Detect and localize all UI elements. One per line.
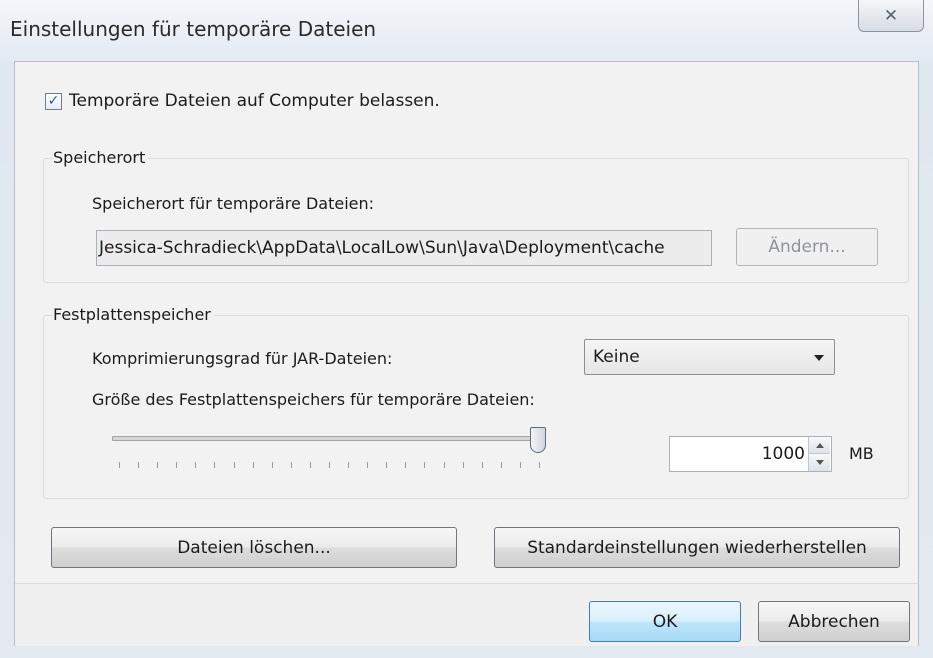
close-button[interactable]: ✕: [858, 0, 924, 32]
disk-size-label: Größe des Festplattenspeichers für tempo…: [92, 390, 535, 409]
compression-select[interactable]: Keine: [584, 339, 835, 375]
slider-tick: [405, 462, 407, 468]
disk-size-input[interactable]: 1000: [669, 436, 832, 472]
slider-tick: [519, 462, 521, 468]
compression-value: Keine: [593, 347, 640, 367]
delete-files-button[interactable]: Dateien löschen...: [51, 527, 457, 568]
slider-tick: [271, 462, 273, 468]
slider-ticks: [119, 462, 540, 470]
slider-tick: [195, 462, 197, 468]
slider-tick: [157, 462, 159, 468]
ok-button[interactable]: OK: [589, 601, 741, 642]
slider-tick: [309, 462, 311, 468]
spin-down-icon: [815, 460, 824, 465]
chevron-down-icon: [814, 355, 824, 361]
slider-tick: [367, 462, 369, 468]
dialog-content: ✓ Temporäre Dateien auf Computer belasse…: [14, 61, 919, 646]
compression-label: Komprimierungsgrad für JAR-Dateien:: [92, 349, 393, 368]
spin-up-icon: [815, 442, 824, 448]
spin-up-button[interactable]: [809, 437, 830, 454]
disk-size-slider[interactable]: [112, 436, 544, 441]
keep-files-label: Temporäre Dateien auf Computer belassen.: [69, 91, 440, 111]
keep-files-checkbox[interactable]: ✓: [45, 92, 62, 110]
slider-handle[interactable]: [530, 427, 546, 453]
slider-tick: [329, 462, 330, 468]
slider-tick: [214, 462, 216, 468]
window-title: Einstellungen für temporäre Dateien: [10, 17, 377, 41]
spin-buttons: [808, 437, 831, 471]
slider-tick: [176, 462, 178, 468]
location-label: Speicherort für temporäre Dateien:: [92, 194, 375, 213]
slider-tick: [119, 462, 120, 468]
slider-tick: [443, 462, 445, 468]
slider-tick: [500, 462, 502, 468]
disk-size-value: 1000: [761, 444, 805, 464]
slider-tick: [138, 462, 140, 468]
cancel-button[interactable]: Abbrechen: [758, 601, 910, 642]
dialog-footer: OK Abbrechen: [15, 583, 918, 646]
slider-tick: [252, 462, 254, 468]
change-location-button[interactable]: Ändern...: [736, 228, 878, 266]
title-bar[interactable]: Einstellungen für temporäre Dateien ✕: [0, 0, 933, 62]
slider-tick: [481, 462, 483, 468]
checkmark-icon: ✓: [47, 93, 60, 109]
slider-tick: [348, 462, 350, 468]
restore-defaults-button[interactable]: Standardeinstellungen wiederherstellen: [494, 527, 900, 568]
spin-down-button[interactable]: [809, 454, 830, 471]
close-icon: ✕: [883, 5, 899, 26]
disk-size-unit: MB: [849, 444, 874, 463]
location-group-title: Speicherort: [53, 148, 149, 167]
slider-tick: [539, 462, 540, 468]
slider-tick: [462, 462, 464, 468]
slider-tick: [233, 462, 235, 468]
keep-files-option[interactable]: ✓ Temporäre Dateien auf Computer belasse…: [45, 91, 440, 111]
dialog-window: Einstellungen für temporäre Dateien ✕ ✓ …: [0, 0, 933, 658]
slider-tick: [290, 462, 292, 468]
slider-tick: [424, 462, 426, 468]
disk-space-group-title: Festplattenspeicher: [53, 305, 214, 324]
slider-tick: [386, 462, 388, 468]
cache-path-field[interactable]: Jessica-Schradieck\AppData\LocalLow\Sun\…: [96, 230, 712, 266]
